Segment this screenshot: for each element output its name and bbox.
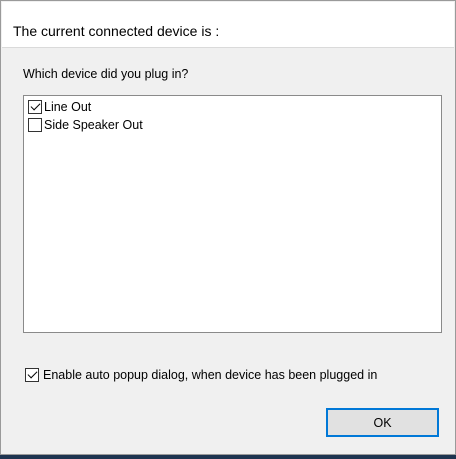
- device-prompt: Which device did you plug in?: [23, 67, 189, 81]
- line-out-label: Line Out: [44, 100, 92, 114]
- line-out-checkbox[interactable]: [28, 100, 42, 114]
- auto-popup-checkbox[interactable]: [25, 368, 39, 382]
- device-item-side-speaker-out[interactable]: Side Speaker Out: [28, 117, 143, 133]
- ok-button[interactable]: OK: [326, 408, 439, 437]
- dialog-header: The current connected device is :: [2, 2, 454, 48]
- taskbar-edge: [0, 455, 456, 459]
- side-speaker-out-checkbox[interactable]: [28, 118, 42, 132]
- device-dialog: The current connected device is : Which …: [0, 0, 456, 455]
- side-speaker-out-label: Side Speaker Out: [44, 118, 143, 132]
- auto-popup-label: Enable auto popup dialog, when device ha…: [43, 368, 378, 382]
- device-item-line-out[interactable]: Line Out: [28, 99, 91, 115]
- auto-popup-option[interactable]: Enable auto popup dialog, when device ha…: [25, 367, 377, 383]
- device-listbox[interactable]: Line Out Side Speaker Out: [23, 95, 442, 333]
- connected-device-text: The current connected device is :: [13, 23, 220, 39]
